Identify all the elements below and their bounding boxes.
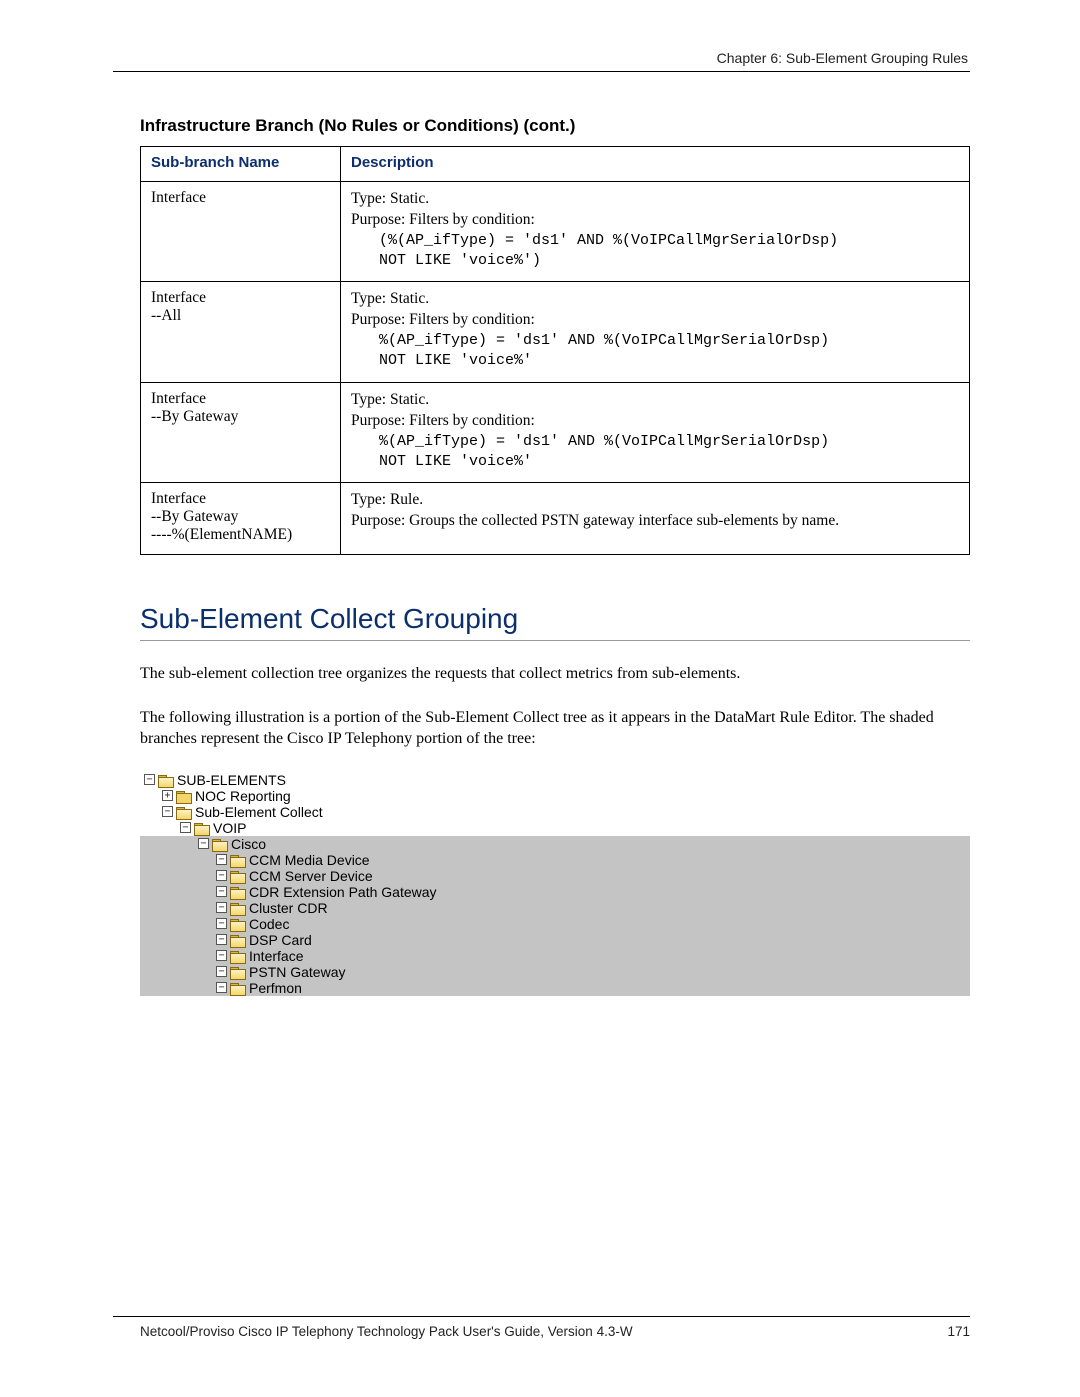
footer-rule bbox=[113, 1316, 970, 1317]
section-title: Infrastructure Branch (No Rules or Condi… bbox=[140, 116, 970, 136]
folder-icon bbox=[230, 886, 245, 898]
tree-node: − CCM Server Device bbox=[140, 868, 970, 884]
collapse-icon: − bbox=[216, 870, 227, 881]
header-rule bbox=[113, 71, 970, 72]
collapse-icon: − bbox=[144, 774, 155, 785]
tree-label: VOIP bbox=[213, 820, 246, 836]
tree-label: PSTN Gateway bbox=[249, 964, 345, 980]
table-row: Interface --By Gateway Type: Static. Pur… bbox=[141, 382, 970, 482]
folder-icon bbox=[194, 822, 209, 834]
tree-label: Cisco bbox=[231, 836, 266, 852]
tree-node: − Perfmon bbox=[140, 980, 970, 996]
table-row: Interface --By Gateway ----%(ElementNAME… bbox=[141, 483, 970, 555]
table-row: Interface Type: Static. Purpose: Filters… bbox=[141, 182, 970, 282]
tree-node: − Cluster CDR bbox=[140, 900, 970, 916]
tree-label: Sub-Element Collect bbox=[195, 804, 323, 820]
tree-node: − CDR Extension Path Gateway bbox=[140, 884, 970, 900]
footer: Netcool/Proviso Cisco IP Telephony Techn… bbox=[140, 1324, 970, 1339]
collapse-icon: − bbox=[216, 902, 227, 913]
tree-label: SUB-ELEMENTS bbox=[177, 772, 286, 788]
folder-icon bbox=[230, 854, 245, 866]
tree-label: CDR Extension Path Gateway bbox=[249, 884, 437, 900]
collapse-icon: − bbox=[162, 806, 173, 817]
folder-icon bbox=[230, 934, 245, 946]
tree-node: − VOIP bbox=[140, 820, 970, 836]
folder-icon bbox=[230, 902, 245, 914]
cell-name: Interface --All bbox=[141, 282, 341, 382]
folder-icon bbox=[158, 774, 173, 786]
col-description: Description bbox=[341, 147, 970, 182]
folder-icon bbox=[176, 806, 191, 818]
cell-desc: Type: Static. Purpose: Filters by condit… bbox=[341, 182, 970, 282]
folder-icon bbox=[230, 950, 245, 962]
collapse-icon: − bbox=[216, 918, 227, 929]
folder-icon bbox=[212, 838, 227, 850]
tree-label: Cluster CDR bbox=[249, 900, 328, 916]
cell-name: Interface --By Gateway ----%(ElementNAME… bbox=[141, 483, 341, 555]
footer-left: Netcool/Proviso Cisco IP Telephony Techn… bbox=[140, 1324, 633, 1339]
tree-node: − PSTN Gateway bbox=[140, 964, 970, 980]
collapse-icon: − bbox=[216, 934, 227, 945]
paragraph: The following illustration is a portion … bbox=[140, 707, 970, 750]
tree-node: − DSP Card bbox=[140, 932, 970, 948]
tree-node: − CCM Media Device bbox=[140, 852, 970, 868]
paragraph: The sub-element collection tree organize… bbox=[140, 663, 970, 685]
collapse-icon: − bbox=[216, 982, 227, 993]
tree-node: − Cisco bbox=[140, 836, 970, 852]
tree-label: Codec bbox=[249, 916, 289, 932]
cell-desc: Type: Rule. Purpose: Groups the collecte… bbox=[341, 483, 970, 555]
tree-node: − Codec bbox=[140, 916, 970, 932]
collapse-icon: − bbox=[216, 950, 227, 961]
rules-table: Sub-branch Name Description Interface Ty… bbox=[140, 146, 970, 555]
tree-label: CCM Server Device bbox=[249, 868, 373, 884]
collapse-icon: − bbox=[198, 838, 209, 849]
collapse-icon: − bbox=[180, 822, 191, 833]
table-header-row: Sub-branch Name Description bbox=[141, 147, 970, 182]
page: Chapter 6: Sub-Element Grouping Rules In… bbox=[0, 0, 1080, 1397]
cell-desc: Type: Static. Purpose: Filters by condit… bbox=[341, 382, 970, 482]
tree-node: + NOC Reporting bbox=[140, 788, 970, 804]
folder-icon bbox=[176, 790, 191, 802]
tree-label: NOC Reporting bbox=[195, 788, 291, 804]
folder-icon bbox=[230, 982, 245, 994]
col-subbranch: Sub-branch Name bbox=[141, 147, 341, 182]
tree-node: − Interface bbox=[140, 948, 970, 964]
running-head: Chapter 6: Sub-Element Grouping Rules bbox=[717, 50, 968, 66]
collapse-icon: − bbox=[216, 886, 227, 897]
folder-icon bbox=[230, 918, 245, 930]
tree-illustration: −SUB-ELEMENTS+NOC Reporting−Sub-Element … bbox=[140, 772, 970, 996]
folder-icon bbox=[230, 870, 245, 882]
cell-desc: Type: Static. Purpose: Filters by condit… bbox=[341, 282, 970, 382]
tree-label: Interface bbox=[249, 948, 303, 964]
collapse-icon: − bbox=[216, 854, 227, 865]
tree-label: DSP Card bbox=[249, 932, 312, 948]
expand-icon: + bbox=[162, 790, 173, 801]
tree-label: Perfmon bbox=[249, 980, 302, 996]
heading-sub-element-collect: Sub-Element Collect Grouping bbox=[140, 603, 970, 641]
collapse-icon: − bbox=[216, 966, 227, 977]
table-row: Interface --All Type: Static. Purpose: F… bbox=[141, 282, 970, 382]
folder-icon bbox=[230, 966, 245, 978]
footer-page: 171 bbox=[947, 1324, 970, 1339]
cell-name: Interface bbox=[141, 182, 341, 282]
tree-node: − SUB-ELEMENTS bbox=[140, 772, 970, 788]
cell-name: Interface --By Gateway bbox=[141, 382, 341, 482]
tree-label: CCM Media Device bbox=[249, 852, 370, 868]
tree-node: − Sub-Element Collect bbox=[140, 804, 970, 820]
